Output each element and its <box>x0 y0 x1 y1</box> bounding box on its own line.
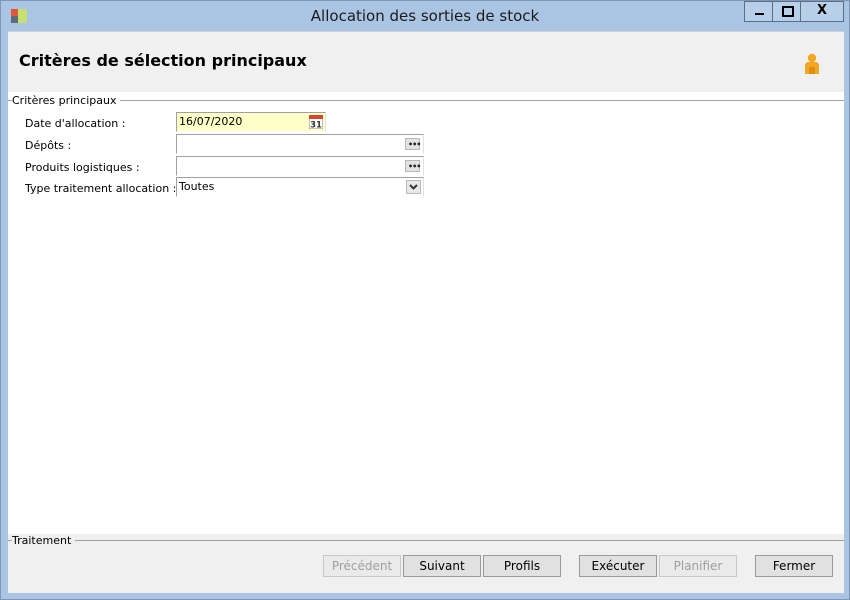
date-field[interactable]: 16/07/2020 31 <box>176 112 326 132</box>
footer-panel: Traitement Précédent Suivant Profils Exé… <box>8 534 844 593</box>
maximize-icon <box>782 6 794 17</box>
products-label: Produits logistiques : <box>25 161 140 174</box>
app-window: Allocation des sorties de stock X Critèr… <box>0 0 850 600</box>
title-bar[interactable]: Allocation des sorties de stock X <box>1 1 849 29</box>
depots-ellipsis-button[interactable]: ••• <box>405 138 421 150</box>
products-field[interactable]: ••• <box>176 156 424 176</box>
maximize-button[interactable] <box>772 1 801 22</box>
type-select[interactable]: Toutes <box>176 177 424 197</box>
client-area: Critères de sélection principaux Critère… <box>8 31 844 593</box>
depots-label: Dépôts : <box>25 139 72 152</box>
window-title: Allocation des sorties de stock <box>310 7 540 25</box>
products-ellipsis-button[interactable]: ••• <box>405 160 421 172</box>
minimize-button[interactable] <box>744 1 773 22</box>
close-window-button[interactable]: X <box>800 1 844 22</box>
ellipsis-icon: ••• <box>408 162 421 171</box>
treatment-group-line <box>8 540 844 541</box>
date-label: Date d'allocation : <box>25 117 126 130</box>
close-button[interactable]: Fermer <box>755 555 833 577</box>
next-button[interactable]: Suivant <box>403 555 481 577</box>
profiles-button[interactable]: Profils <box>483 555 561 577</box>
date-value: 16/07/2020 <box>179 115 243 128</box>
page-header: Critères de sélection principaux <box>8 32 844 93</box>
criteria-group-label: Critères principaux <box>12 94 121 107</box>
criteria-group-line <box>8 100 844 101</box>
page-title: Critères de sélection principaux <box>19 51 307 70</box>
minimize-icon <box>755 13 764 15</box>
user-icon <box>805 53 819 74</box>
calendar-icon[interactable]: 31 <box>309 115 323 129</box>
ellipsis-icon: ••• <box>408 140 421 149</box>
type-label: Type traitement allocation : <box>25 182 177 195</box>
treatment-group-label: Traitement <box>12 534 76 547</box>
schedule-button[interactable]: Planifier <box>659 555 737 577</box>
type-value: Toutes <box>179 180 215 193</box>
depots-field[interactable]: ••• <box>176 134 424 154</box>
close-icon: X <box>816 3 828 18</box>
previous-button[interactable]: Précédent <box>323 555 401 577</box>
type-dropdown-button[interactable] <box>406 180 421 194</box>
calendar-day-text: 31 <box>310 121 322 130</box>
chevron-down-icon <box>409 184 418 190</box>
execute-button[interactable]: Exécuter <box>579 555 657 577</box>
